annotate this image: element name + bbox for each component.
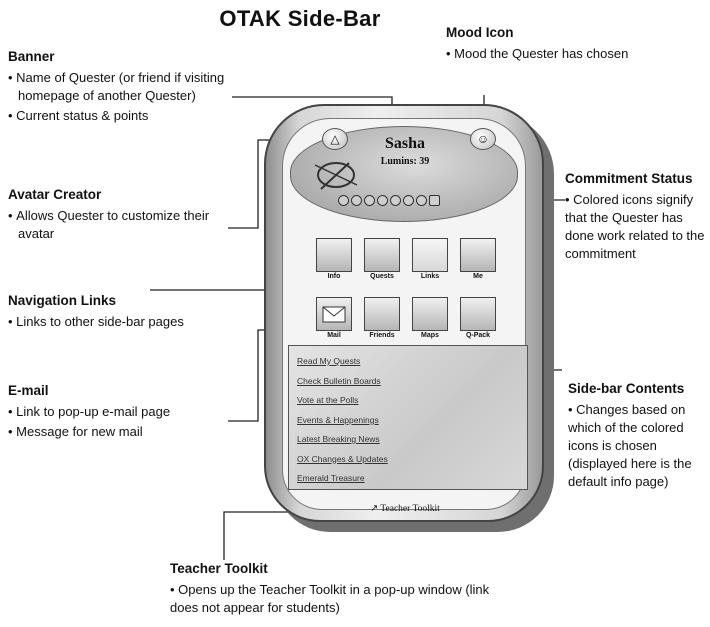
content-link[interactable]: OX Changes & Updates xyxy=(297,450,519,470)
content-link[interactable]: Check Bulletin Boards xyxy=(297,372,519,392)
commitment-icon[interactable] xyxy=(338,195,349,206)
quester-name: Sasha xyxy=(384,135,426,152)
commitment-icon[interactable] xyxy=(390,195,401,206)
mail-icon xyxy=(316,297,352,331)
friends-icon xyxy=(364,297,400,331)
nav-friends[interactable]: Friends xyxy=(363,297,401,339)
left-banner-button[interactable]: △ xyxy=(322,128,348,150)
callout-sidebar-contents: Side-bar Contents Changes based on which… xyxy=(568,380,706,493)
heart-icon[interactable] xyxy=(429,195,440,206)
callout-avatar-creator: Avatar Creator Allows Quester to customi… xyxy=(8,186,218,245)
commitment-status-icons xyxy=(338,195,440,206)
callout-teacher-toolkit: Teacher Toolkit Opens up the Teacher Too… xyxy=(170,560,520,619)
callout-commitment-status: Commitment Status Colored icons signify … xyxy=(565,170,705,265)
content-link[interactable]: Vote at the Polls xyxy=(297,391,519,411)
sidebar-content-area: Read My Quests Check Bulletin Boards Vot… xyxy=(288,345,528,490)
links-icon xyxy=(412,238,448,272)
nav-info[interactable]: Info xyxy=(315,238,353,280)
commitment-icon[interactable] xyxy=(364,195,375,206)
me-icon xyxy=(460,238,496,272)
qpack-icon xyxy=(460,297,496,331)
nav-mail[interactable]: Mail xyxy=(315,297,353,339)
nav-links[interactable]: Links xyxy=(411,238,449,280)
content-link[interactable]: Latest Breaking News xyxy=(297,430,519,450)
maps-icon xyxy=(412,297,448,331)
quests-icon xyxy=(364,238,400,272)
commitment-icon[interactable] xyxy=(377,195,388,206)
callout-banner: Banner Name of Quester (or friend if vis… xyxy=(8,48,236,127)
commitment-icon[interactable] xyxy=(403,195,414,206)
wrench-icon: ↗ xyxy=(370,504,379,514)
nav-quests[interactable]: Quests xyxy=(363,238,401,280)
nav-maps[interactable]: Maps xyxy=(411,297,449,339)
quester-points: Lumins: 39 xyxy=(380,156,430,167)
teacher-toolkit-link[interactable]: ↗ Teacher Toolkit xyxy=(350,503,460,514)
nav-me[interactable]: Me xyxy=(459,238,497,280)
content-link[interactable]: Read My Quests xyxy=(297,352,519,372)
nav-qpack[interactable]: Q-Pack xyxy=(459,297,497,339)
content-link[interactable]: Events & Happenings xyxy=(297,411,519,431)
callout-navigation-links: Navigation Links Links to other side-bar… xyxy=(8,292,208,333)
content-link[interactable]: Emerald Treasure xyxy=(297,469,519,489)
mood-icon[interactable]: ☺ xyxy=(470,128,496,150)
commitment-icon[interactable] xyxy=(351,195,362,206)
callout-mood-icon: Mood Icon Mood the Quester has chosen xyxy=(446,24,646,65)
info-icon xyxy=(316,238,352,272)
commitment-icon[interactable] xyxy=(416,195,427,206)
callout-email: E-mail Link to pop-up e-mail page Messag… xyxy=(8,382,233,443)
